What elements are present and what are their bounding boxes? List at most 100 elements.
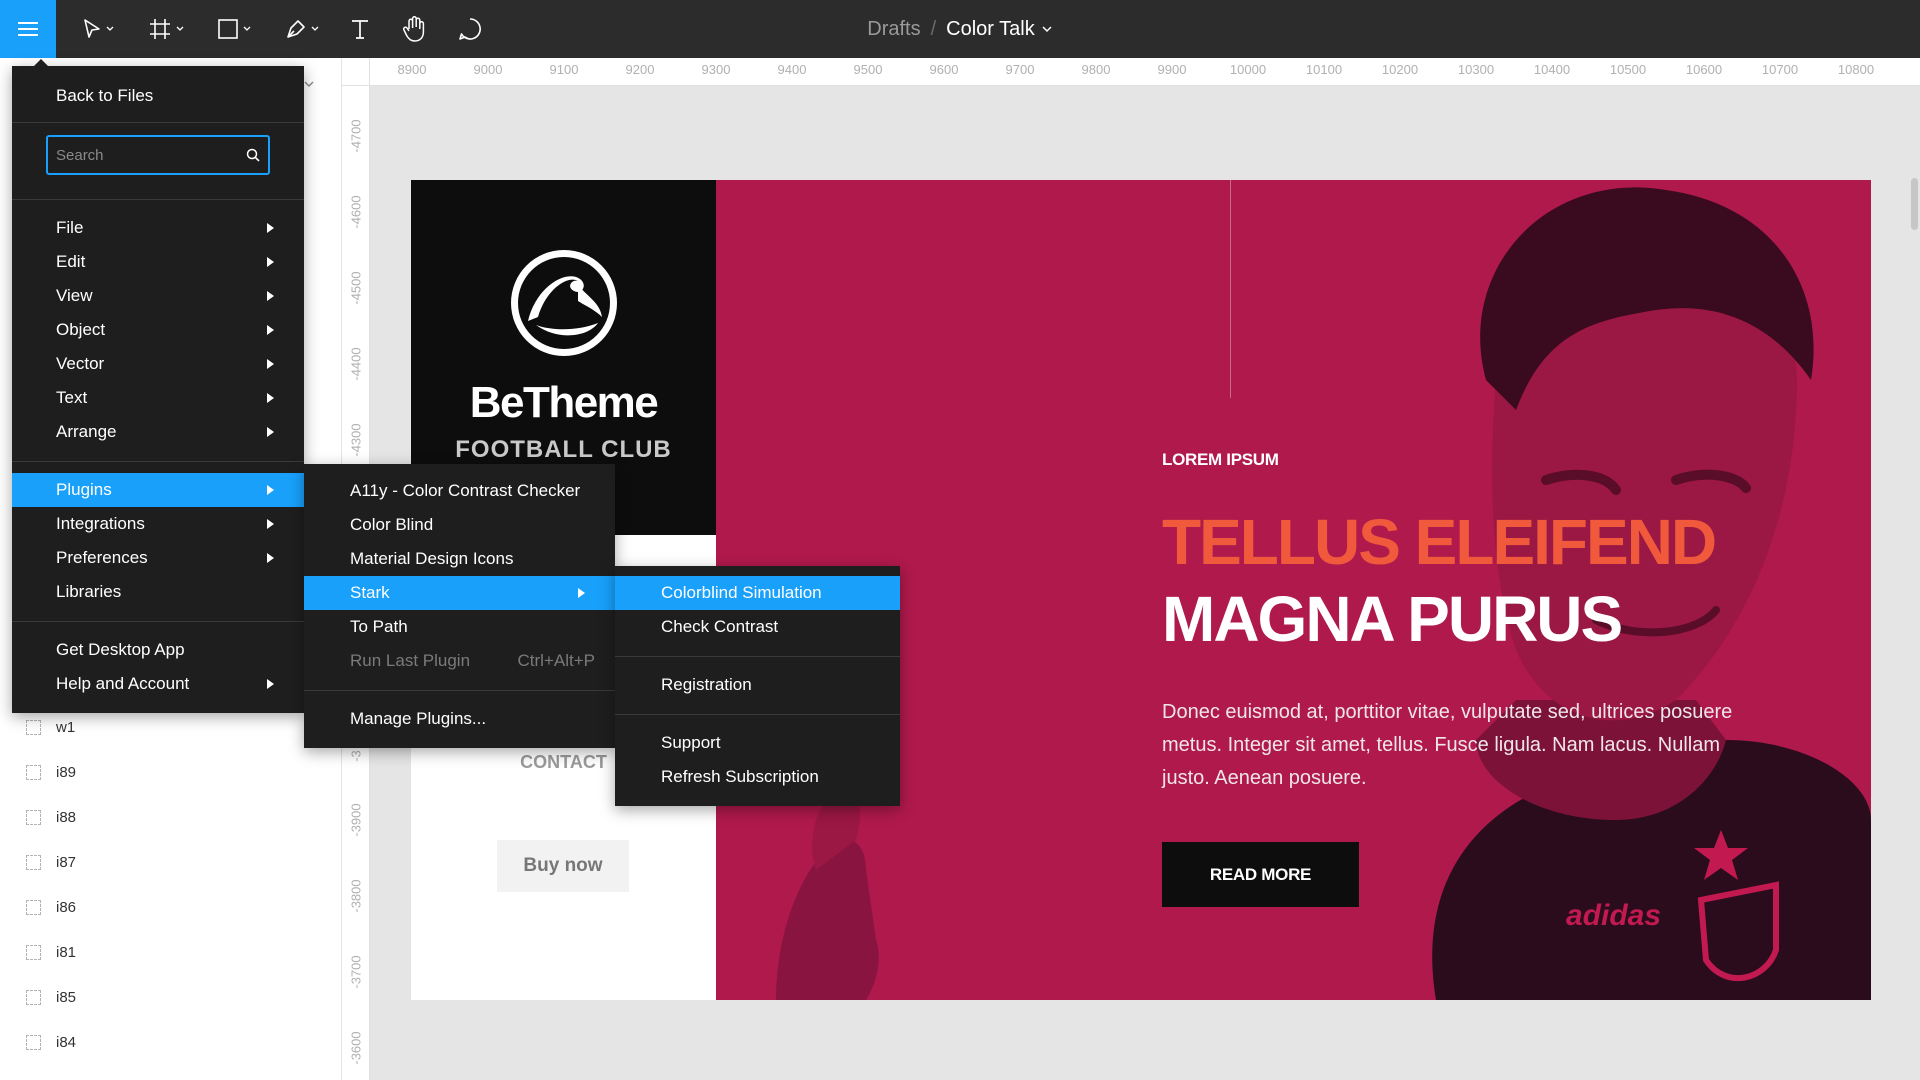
submenu-arrow-icon <box>267 393 274 403</box>
menu-item-integrations[interactable]: Integrations <box>12 507 304 541</box>
menu-item-get-desktop-app[interactable]: Get Desktop App <box>12 633 304 667</box>
frame-layer-icon <box>26 900 41 915</box>
menu-divider <box>615 714 900 715</box>
submenu-arrow-icon <box>267 257 274 267</box>
layer-name: i89 <box>56 764 77 781</box>
menu-item-view[interactable]: View <box>12 279 304 313</box>
bird-logo-icon <box>518 257 610 349</box>
menu-item-file[interactable]: File <box>12 211 304 245</box>
layer-name: i81 <box>56 944 77 961</box>
frame-layer-icon <box>26 945 41 960</box>
menu-item-label: Manage Plugins... <box>350 709 487 728</box>
menu-item-label: Arrange <box>56 422 117 441</box>
stark-submenu: Colorblind Simulation Check Contrast Reg… <box>615 566 900 806</box>
shape-tool[interactable] <box>208 0 260 58</box>
comment-tool[interactable] <box>448 0 492 58</box>
layer-row[interactable]: i87 <box>0 840 341 885</box>
menu-divider <box>12 461 304 462</box>
ruler-tick-label: 10500 <box>1609 62 1647 77</box>
chevron-down-icon[interactable] <box>303 78 315 90</box>
submenu-arrow-icon <box>267 223 274 233</box>
hand-tool[interactable] <box>392 0 436 58</box>
menu-item-material-design-icons[interactable]: Material Design Icons <box>304 542 615 576</box>
menu-item-edit[interactable]: Edit <box>12 245 304 279</box>
ruler-tick-label: 9300 <box>701 62 731 77</box>
menu-item-preferences[interactable]: Preferences <box>12 541 304 575</box>
layer-row[interactable]: i85 <box>0 975 341 1020</box>
menu-item-label: Object <box>56 320 106 339</box>
text-icon <box>352 20 368 39</box>
menu-item-label: Edit <box>56 252 86 271</box>
ruler-tick-label: 9200 <box>625 62 655 77</box>
ruler-tick-label: -3900 <box>348 803 364 837</box>
menu-item-label: Vector <box>56 354 105 373</box>
file-name[interactable]: Color Talk <box>946 18 1035 41</box>
pen-tool[interactable] <box>276 0 328 58</box>
hero-title-line1: TELLUS ELEIFEND <box>1162 506 1717 578</box>
text-tool[interactable] <box>340 0 380 58</box>
ruler-tick-label: 10600 <box>1685 62 1723 77</box>
ruler-tick-label: 9600 <box>929 62 959 77</box>
menu-item-arrange[interactable]: Arrange <box>12 415 304 449</box>
menu-search-field[interactable] <box>46 135 270 175</box>
shortcut-label: Ctrl+Alt+P <box>517 651 595 670</box>
ruler-top: 8900 9000 9100 9200 9300 9400 9500 9600 … <box>342 58 1920 86</box>
search-input[interactable] <box>56 143 236 167</box>
submenu-arrow-icon <box>267 291 274 301</box>
menu-item-colorblind-simulation[interactable]: Colorblind Simulation <box>615 576 900 610</box>
read-more-button: READ MORE <box>1162 842 1359 907</box>
menu-item-registration[interactable]: Registration <box>615 668 900 702</box>
layer-row[interactable]: i89 <box>0 750 341 795</box>
menu-item-label: Colorblind Simulation <box>661 583 822 602</box>
frame-layer-icon <box>26 990 41 1005</box>
back-to-files-item[interactable]: Back to Files <box>12 76 304 116</box>
menu-item-check-contrast[interactable]: Check Contrast <box>615 610 900 644</box>
frame-tool[interactable] <box>140 0 192 58</box>
breadcrumb-drafts[interactable]: Drafts <box>867 18 920 41</box>
menu-item-run-last-plugin: Run Last Plugin Ctrl+Alt+P <box>304 644 615 678</box>
search-icon <box>246 148 260 162</box>
layer-row[interactable]: i86 <box>0 885 341 930</box>
menu-item-color-blind[interactable]: Color Blind <box>304 508 615 542</box>
ruler-tick-label: 10700 <box>1761 62 1799 77</box>
menu-item-refresh-subscription[interactable]: Refresh Subscription <box>615 760 900 794</box>
layer-row[interactable]: i84 <box>0 1020 341 1065</box>
move-tool[interactable] <box>72 0 124 58</box>
menu-item-text[interactable]: Text <box>12 381 304 415</box>
layer-row[interactable]: i88 <box>0 795 341 840</box>
menu-item-libraries[interactable]: Libraries <box>12 575 304 609</box>
chevron-down-icon <box>243 26 250 31</box>
menu-item-label: A11y - Color Contrast Checker <box>350 481 581 500</box>
ruler-tick-label: 10100 <box>1305 62 1343 77</box>
menu-item-stark[interactable]: Stark <box>304 576 615 610</box>
frame-icon <box>149 19 170 39</box>
menu-item-support[interactable]: Support <box>615 726 900 760</box>
brand-subtitle: FOOTBALL CLUB <box>455 436 672 463</box>
vertical-scrollbar[interactable] <box>1911 178 1918 230</box>
menu-item-vector[interactable]: Vector <box>12 347 304 381</box>
submenu-arrow-icon <box>267 359 274 369</box>
menu-item-label: View <box>56 286 93 305</box>
ruler-tick-label: -3 <box>348 750 364 762</box>
ruler-tick-label: -3800 <box>348 879 364 913</box>
menu-item-a11y-checker[interactable]: A11y - Color Contrast Checker <box>304 474 615 508</box>
frame-layer-icon <box>26 720 41 735</box>
menu-item-label: Plugins <box>56 480 112 499</box>
layer-row[interactable]: i81 <box>0 930 341 975</box>
menu-item-object[interactable]: Object <box>12 313 304 347</box>
layer-name: w1 <box>56 719 76 736</box>
layer-name: i85 <box>56 989 77 1006</box>
menu-item-help-and-account[interactable]: Help and Account <box>12 667 304 701</box>
chevron-down-icon[interactable] <box>1041 23 1053 35</box>
main-menu-button[interactable] <box>0 0 56 58</box>
menu-item-label: Text <box>56 388 88 407</box>
ruler-tick-label: 10000 <box>1229 62 1267 77</box>
menu-item-plugins[interactable]: Plugins <box>12 473 304 507</box>
menu-item-manage-plugins[interactable]: Manage Plugins... <box>304 702 615 736</box>
menu-item-to-path[interactable]: To Path <box>304 610 615 644</box>
brand-name: BeTheme <box>469 378 659 427</box>
main-menu: Back to Files File Edit View Object Vect… <box>12 59 304 713</box>
menu-item-label: Support <box>661 733 721 752</box>
menu-item-label: Get Desktop App <box>56 640 185 659</box>
layer-name: i84 <box>56 1034 77 1051</box>
